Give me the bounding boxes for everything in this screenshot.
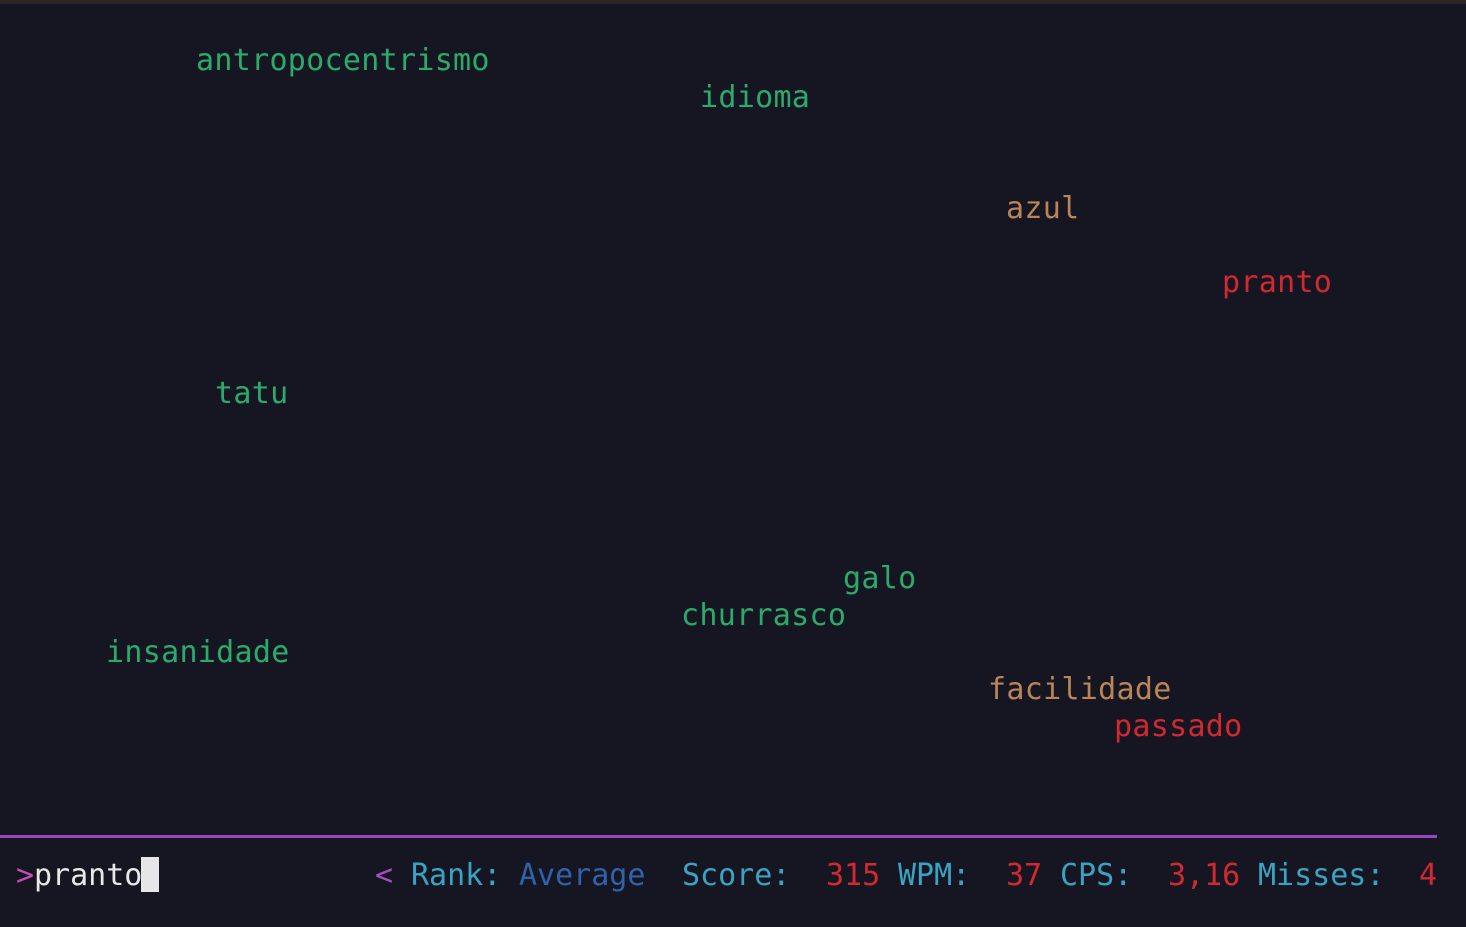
falling-word: facilidade xyxy=(988,672,1172,707)
falling-word: churrasco xyxy=(681,598,847,633)
input-prompt: > xyxy=(16,858,35,893)
rank-value: Average xyxy=(519,858,646,893)
arrow-left-icon: < xyxy=(375,858,394,893)
falling-word: antropocentrismo xyxy=(196,43,490,78)
score-value: 315 xyxy=(826,858,881,893)
falling-word: azul xyxy=(1006,191,1080,226)
wpm-label: WPM: xyxy=(898,858,971,893)
falling-word: idioma xyxy=(700,80,811,115)
falling-word: pranto xyxy=(1222,265,1333,300)
falling-word: galo xyxy=(843,561,917,596)
falling-word: insanidade xyxy=(106,635,290,670)
typing-input[interactable]: pranto xyxy=(34,857,142,895)
misses-label: Misses: xyxy=(1258,858,1385,893)
wpm-value: 37 xyxy=(1006,858,1043,893)
cps-label: CPS: xyxy=(1060,858,1133,893)
cps-value: 3,16 xyxy=(1168,858,1241,893)
score-label: Score: xyxy=(682,858,791,893)
falling-word: passado xyxy=(1114,709,1243,744)
status-divider xyxy=(0,835,1437,838)
misses-value: 4 xyxy=(1419,858,1438,893)
falling-word: tatu xyxy=(215,376,289,411)
status-bar: > pranto < Rank: Average Score: 315 WPM:… xyxy=(0,857,1466,895)
rank-label: Rank: xyxy=(411,858,502,893)
text-cursor xyxy=(141,857,159,892)
window-top-border xyxy=(0,0,1466,4)
